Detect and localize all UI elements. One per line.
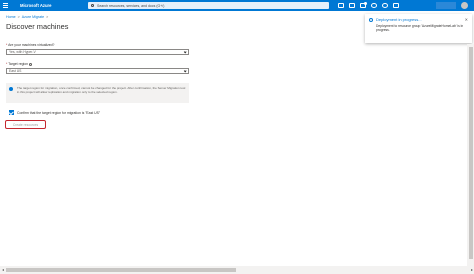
- settings-icon[interactable]: [371, 3, 377, 8]
- virtualized-label: * Are your machines virtualized?: [6, 43, 55, 47]
- scrollbar-thumb[interactable]: [468, 47, 473, 259]
- confirm-region-label: Confirm that the target region for migra…: [17, 110, 101, 115]
- horizontal-scrollbar[interactable]: [0, 266, 474, 274]
- page-title: Discover machines: [6, 22, 69, 31]
- close-icon[interactable]: ✕: [465, 17, 468, 22]
- target-region-value: East US: [9, 69, 22, 73]
- top-navigation-bar: Microsoft Azure Search resources, servic…: [0, 0, 474, 11]
- scroll-right-icon[interactable]: [470, 268, 473, 271]
- breadcrumb-azure-migrate[interactable]: Azure Migrate: [22, 15, 44, 19]
- target-region-dropdown[interactable]: East US: [6, 68, 189, 74]
- virtualized-dropdown[interactable]: Yes, with Hyper-V: [6, 49, 189, 55]
- info-text: The target region for migration, once co…: [17, 86, 186, 95]
- toast-title: Deployment in progress...: [376, 17, 422, 22]
- help-icon[interactable]: [382, 3, 388, 8]
- menu-icon[interactable]: [0, 0, 11, 11]
- confirm-region-checkbox[interactable]: Confirm that the target region for migra…: [6, 110, 100, 115]
- chevron-down-icon: [183, 69, 187, 73]
- info-icon: [9, 87, 13, 91]
- scroll-left-icon[interactable]: [1, 268, 4, 271]
- virtualized-value: Yes, with Hyper-V: [9, 50, 36, 54]
- directory-filter-icon[interactable]: [349, 3, 355, 8]
- breadcrumb-separator: >: [17, 15, 20, 19]
- info-icon[interactable]: [29, 62, 32, 66]
- info-message: The target region for migration, once co…: [6, 83, 189, 103]
- cloud-shell-icon[interactable]: [338, 3, 344, 8]
- vertical-scrollbar[interactable]: [467, 44, 474, 266]
- brand-name[interactable]: Microsoft Azure: [20, 3, 52, 8]
- create-resources-button[interactable]: Create resources: [5, 120, 46, 129]
- search-icon: [91, 4, 94, 7]
- avatar[interactable]: [461, 2, 468, 9]
- progress-icon: [369, 17, 373, 22]
- breadcrumb: Home > Azure Migrate >: [6, 15, 50, 19]
- scrollbar-thumb[interactable]: [6, 268, 236, 272]
- create-resources-label: Create resources: [12, 122, 39, 127]
- breadcrumb-home[interactable]: Home: [6, 15, 16, 19]
- search-input[interactable]: Search resources, services, and docs (G+…: [88, 2, 329, 9]
- notifications-icon[interactable]: [360, 2, 367, 8]
- chevron-down-icon: [183, 50, 187, 54]
- notification-badge: [364, 2, 367, 5]
- account-menu[interactable]: [436, 2, 456, 9]
- toast-message: Deployment to resource group 'AzureMigra…: [376, 24, 464, 33]
- search-placeholder: Search resources, services, and docs (G+…: [97, 3, 165, 8]
- target-region-label: * Target region: [6, 62, 32, 66]
- breadcrumb-separator: >: [46, 15, 49, 19]
- feedback-icon[interactable]: [393, 3, 399, 8]
- checkbox-checked-icon[interactable]: [9, 110, 14, 115]
- notification-toast[interactable]: Deployment in progress... ✕ Deployment t…: [365, 14, 472, 43]
